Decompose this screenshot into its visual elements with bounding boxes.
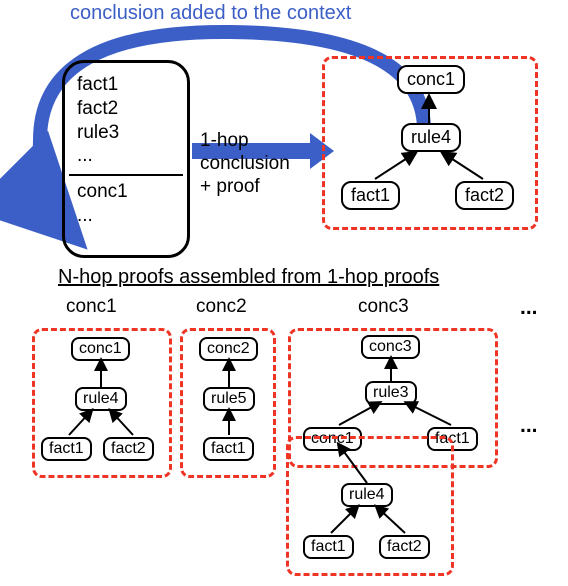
- ctx-item: conc1: [77, 180, 175, 204]
- one-hop-label: 1-hop conclusion + proof: [200, 130, 290, 198]
- conclusion-feedback-label: conclusion added to the context: [70, 2, 351, 25]
- divider: [69, 174, 183, 176]
- ctx-item: ...: [77, 144, 175, 168]
- proof-conc1: conc1 rule4 fact1 fact2: [32, 328, 172, 478]
- proof-conc3-lower: rule4 fact1 fact2: [286, 436, 454, 576]
- edges: [183, 331, 279, 481]
- context-box: fact1 fact2 rule3 ... conc1 ...: [62, 60, 190, 258]
- col-label-conc3: conc3: [358, 296, 409, 318]
- text: + proof: [200, 176, 290, 199]
- ctx-item: ...: [77, 204, 175, 228]
- edges: [289, 439, 457, 579]
- col-label-conc1: conc1: [66, 296, 117, 318]
- proof-top: conc1 rule4 fact1 fact2: [322, 56, 538, 230]
- text: 1-hop: [200, 130, 290, 153]
- ctx-item: fact1: [77, 73, 175, 97]
- ellipsis: ...: [520, 414, 538, 438]
- col-label-conc2: conc2: [196, 296, 247, 318]
- ctx-item: rule3: [77, 121, 175, 145]
- ellipsis: ...: [520, 296, 538, 320]
- text: conclusion: [200, 153, 290, 176]
- proof-conc2: conc2 rule5 fact1: [180, 328, 276, 478]
- edges: [35, 331, 175, 481]
- edges: [325, 59, 541, 233]
- subheading: N-hop proofs assembled from 1-hop proofs: [58, 266, 439, 289]
- ctx-item: fact2: [77, 97, 175, 121]
